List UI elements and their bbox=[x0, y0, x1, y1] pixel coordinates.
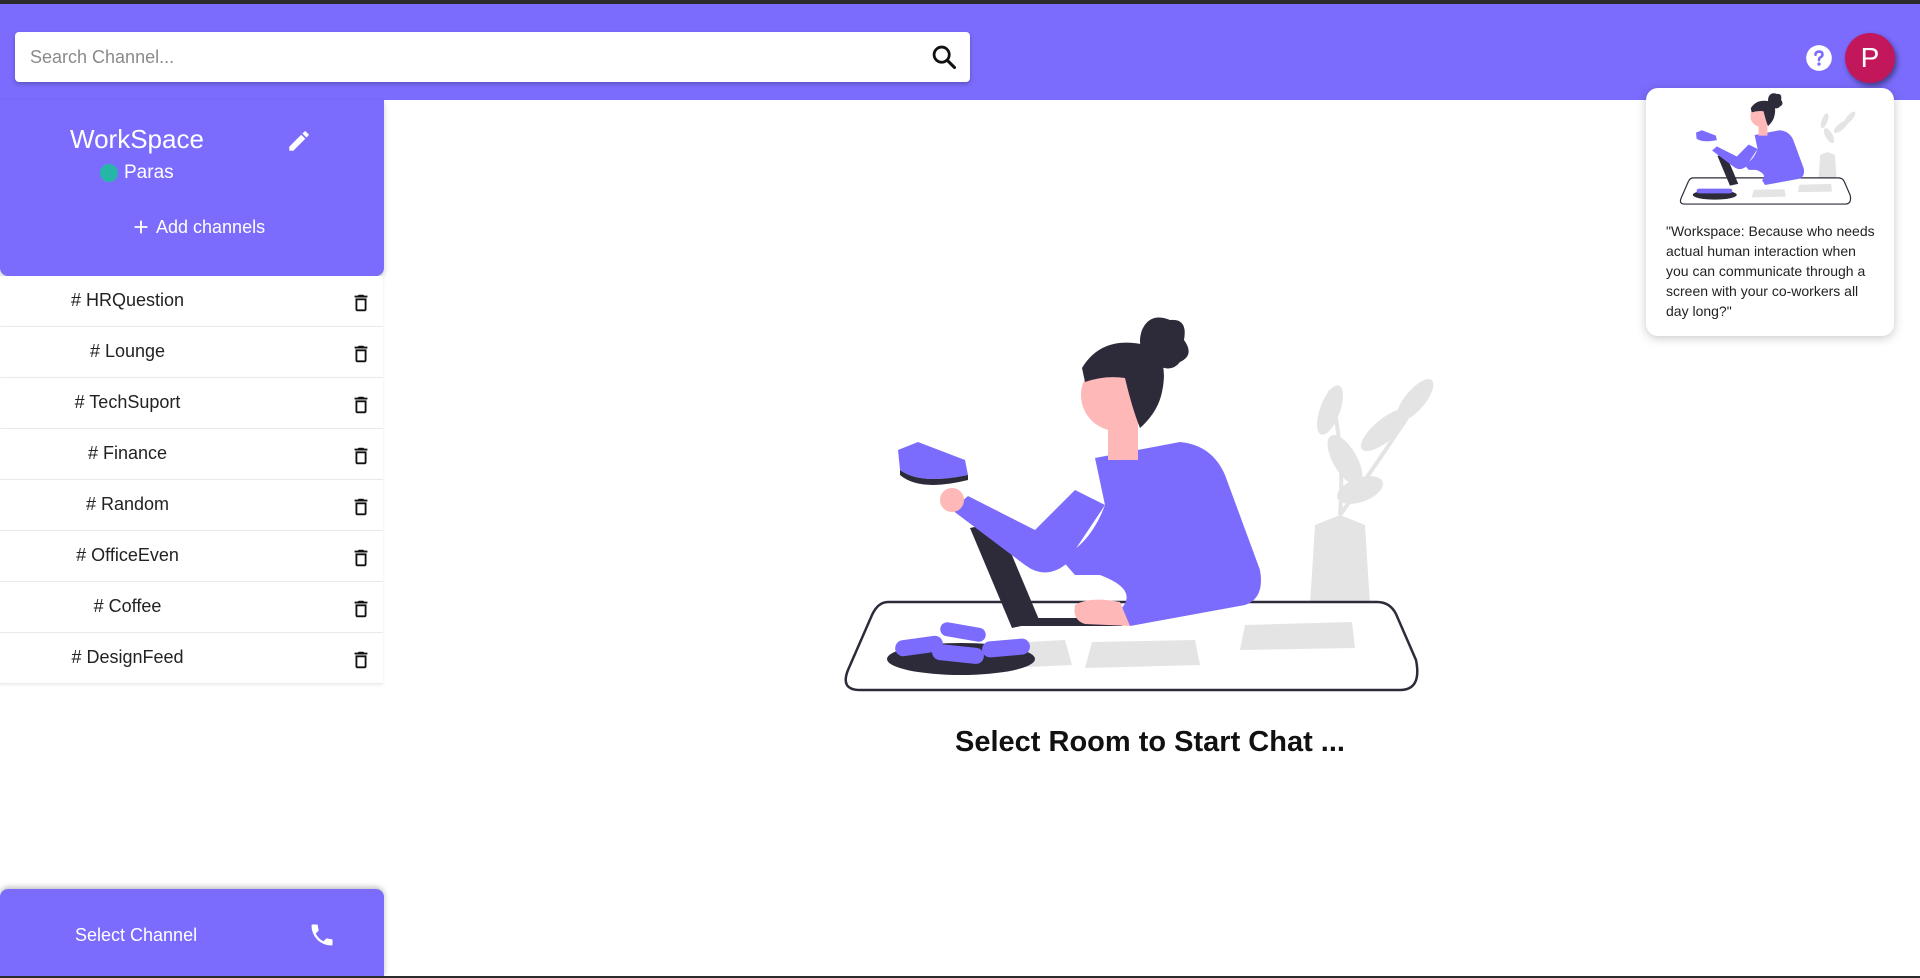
search-icon[interactable] bbox=[930, 43, 958, 71]
empty-state-message: Select Room to Start Chat ... bbox=[955, 726, 1345, 758]
workspace-thumbnail-illustration bbox=[1679, 93, 1856, 205]
channel-item[interactable]: # Coffee bbox=[0, 582, 383, 633]
channel-item[interactable]: # OfficeEven bbox=[0, 531, 383, 582]
trash-icon[interactable] bbox=[350, 292, 372, 314]
pencil-icon[interactable] bbox=[286, 128, 312, 154]
current-user-name: Paras bbox=[124, 162, 174, 183]
trash-icon[interactable] bbox=[350, 445, 372, 467]
top-bar: P bbox=[0, 4, 1920, 100]
select-channel-bar: Select Channel bbox=[0, 889, 384, 978]
channel-name: # TechSuport bbox=[74, 392, 181, 412]
channel-name: # HRQuestion bbox=[70, 290, 185, 310]
channel-list: # HRQuestion # Lounge # TechSuport # Fin… bbox=[0, 276, 384, 684]
workspace-title: WorkSpace bbox=[70, 124, 204, 154]
trash-icon[interactable] bbox=[350, 394, 372, 416]
add-channels-button[interactable]: Add channels bbox=[130, 216, 265, 238]
channel-name: # Finance bbox=[87, 443, 168, 463]
tip-quote: "Workspace: Because who needs actual hum… bbox=[1666, 223, 1875, 319]
phone-icon[interactable] bbox=[308, 921, 336, 949]
channel-name: # OfficeEven bbox=[76, 545, 179, 565]
trash-icon[interactable] bbox=[350, 496, 372, 518]
online-status-icon bbox=[100, 164, 118, 182]
channel-item[interactable]: # Random bbox=[0, 480, 383, 531]
channel-name: # Lounge bbox=[89, 341, 166, 361]
channel-name: # Coffee bbox=[93, 596, 162, 616]
workspace-illustration bbox=[844, 317, 1434, 692]
trash-icon[interactable] bbox=[350, 598, 372, 620]
search-box bbox=[15, 32, 970, 82]
current-user: Paras bbox=[100, 162, 174, 184]
select-channel-label: Select Channel bbox=[75, 925, 198, 945]
help-icon[interactable] bbox=[1805, 44, 1833, 72]
tip-card: "Workspace: Because who needs actual hum… bbox=[1646, 88, 1894, 336]
channel-item[interactable]: # DesignFeed bbox=[0, 633, 383, 684]
workspace-panel: WorkSpace Paras Add channels bbox=[0, 100, 384, 276]
channel-item[interactable]: # TechSuport bbox=[0, 378, 383, 429]
trash-icon[interactable] bbox=[350, 343, 372, 365]
user-avatar[interactable]: P bbox=[1845, 33, 1895, 83]
channel-item[interactable]: # Lounge bbox=[0, 327, 383, 378]
trash-icon[interactable] bbox=[350, 649, 372, 671]
channel-item[interactable]: # Finance bbox=[0, 429, 383, 480]
search-input[interactable] bbox=[15, 32, 915, 82]
plus-icon bbox=[134, 220, 148, 234]
trash-icon[interactable] bbox=[350, 547, 372, 569]
channel-name: # DesignFeed bbox=[71, 647, 184, 667]
add-channels-label: Add channels bbox=[156, 216, 266, 237]
channel-item[interactable]: # HRQuestion bbox=[0, 276, 383, 327]
channel-name: # Random bbox=[85, 494, 170, 514]
